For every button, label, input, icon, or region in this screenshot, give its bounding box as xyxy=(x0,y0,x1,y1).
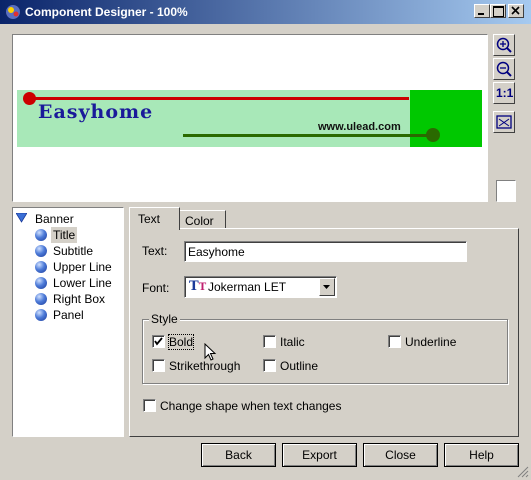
tree-item-upper-line[interactable]: Upper Line xyxy=(53,259,112,275)
component-tree[interactable]: Banner Title Subtitle Upper Line Lower L… xyxy=(12,207,124,437)
change-shape-checkbox[interactable] xyxy=(143,399,156,412)
text-field-value: Easyhome xyxy=(188,245,245,259)
mouse-cursor-icon xyxy=(204,343,217,361)
style-group-label: Style xyxy=(149,312,180,326)
help-button-label: Help xyxy=(469,448,494,462)
change-shape-label[interactable]: Change shape when text changes xyxy=(160,399,341,413)
resize-grip-icon[interactable] xyxy=(517,466,529,478)
text-field[interactable]: Easyhome xyxy=(184,241,467,262)
outline-checkbox[interactable] xyxy=(263,359,276,372)
tree-item-label: Panel xyxy=(53,308,84,322)
truetype-font-icon: TT xyxy=(189,279,207,294)
tree-item-label: Lower Line xyxy=(53,276,112,290)
tree-item-lower-line[interactable]: Lower Line xyxy=(53,275,112,291)
font-select-value: Jokerman LET xyxy=(208,280,287,294)
tree-item-label: Upper Line xyxy=(53,260,112,274)
zoom-in-icon xyxy=(496,37,512,53)
actual-size-button[interactable]: 1:1 xyxy=(493,82,515,104)
back-button-label: Back xyxy=(225,448,252,462)
back-button[interactable]: Back xyxy=(201,443,276,467)
bold-label[interactable]: Bold xyxy=(167,334,195,350)
checkmark-icon xyxy=(154,337,163,346)
tree-root-banner[interactable]: Banner xyxy=(35,212,74,226)
outline-label[interactable]: Outline xyxy=(280,359,318,373)
window-title: Component Designer - 100% xyxy=(25,5,188,19)
component-icon xyxy=(35,277,47,289)
banner-title-text: Easyhome xyxy=(38,101,154,123)
tab-text-label: Text xyxy=(138,212,161,226)
export-button-label: Export xyxy=(302,448,337,462)
app-icon xyxy=(6,5,20,19)
style-groupbox xyxy=(142,319,508,384)
zoom-out-button[interactable] xyxy=(493,58,515,80)
expand-triangle-icon[interactable] xyxy=(16,213,27,223)
minimize-button[interactable] xyxy=(474,4,490,18)
tree-item-label: Title xyxy=(53,228,76,242)
banner-right-box xyxy=(410,90,482,147)
banner-upper-line xyxy=(29,97,409,100)
font-dropdown-button[interactable] xyxy=(319,278,335,296)
close-button[interactable]: Close xyxy=(363,443,438,467)
banner-subtitle-text: www.ulead.com xyxy=(318,121,401,133)
zoom-out-icon xyxy=(496,61,512,77)
font-select[interactable]: TT Jokerman LET xyxy=(184,276,337,298)
component-icon xyxy=(35,293,47,305)
text-field-label: Text: xyxy=(142,244,168,258)
tab-color-label: Color xyxy=(185,214,214,228)
component-icon xyxy=(35,229,47,241)
close-window-button[interactable] xyxy=(508,4,524,18)
maximize-button[interactable] xyxy=(490,4,506,18)
upper-line-handle[interactable] xyxy=(23,92,36,105)
tab-text[interactable]: Text xyxy=(129,207,180,230)
close-button-label: Close xyxy=(385,448,416,462)
component-icon xyxy=(35,245,47,257)
preview-canvas[interactable]: Easyhome www.ulead.com xyxy=(12,34,488,202)
tree-item-label: Subtitle xyxy=(53,244,94,258)
tree-item-panel[interactable]: Panel xyxy=(53,307,84,323)
banner-lower-line xyxy=(183,134,433,137)
help-button[interactable]: Help xyxy=(444,443,519,467)
tree-item-subtitle[interactable]: Subtitle xyxy=(53,243,93,259)
tree-item-title[interactable]: Title xyxy=(51,227,78,243)
underline-label[interactable]: Underline xyxy=(405,335,456,349)
color-swatch[interactable] xyxy=(496,180,516,202)
export-button[interactable]: Export xyxy=(282,443,357,467)
chevron-down-icon xyxy=(323,285,330,289)
italic-label[interactable]: Italic xyxy=(280,335,305,349)
fit-window-icon xyxy=(496,115,512,129)
zoom-in-button[interactable] xyxy=(493,34,515,56)
lower-line-handle[interactable] xyxy=(426,128,440,142)
tab-color[interactable]: Color xyxy=(180,210,226,228)
title-bar: Component Designer - 100% xyxy=(0,0,531,24)
bold-checkbox[interactable] xyxy=(152,335,165,348)
component-icon xyxy=(35,309,47,321)
actual-size-label: 1:1 xyxy=(496,86,514,100)
tree-item-right-box[interactable]: Right Box xyxy=(53,291,105,307)
component-icon xyxy=(35,261,47,273)
fit-window-button[interactable] xyxy=(493,111,515,133)
font-field-label: Font: xyxy=(142,281,170,295)
strikethrough-checkbox[interactable] xyxy=(152,359,165,372)
tree-item-label: Right Box xyxy=(53,292,106,306)
italic-checkbox[interactable] xyxy=(263,335,276,348)
underline-checkbox[interactable] xyxy=(388,335,401,348)
close-icon xyxy=(511,6,520,15)
